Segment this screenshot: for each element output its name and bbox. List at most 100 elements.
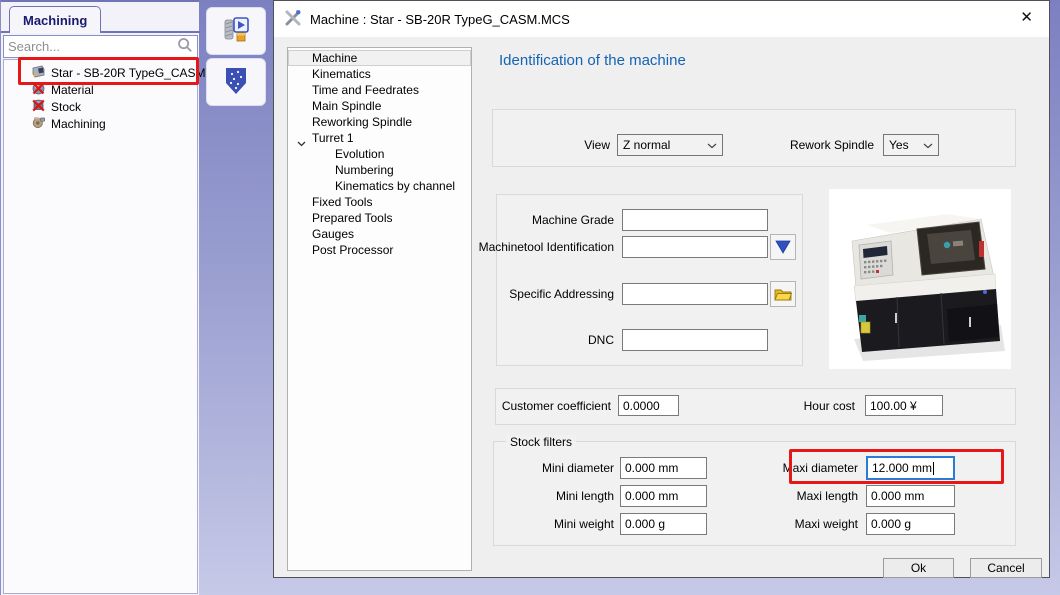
sidebar-item-material[interactable]: Material: [4, 81, 197, 98]
machine-photo: [829, 189, 1011, 369]
material-blocked-icon: [31, 81, 46, 99]
nav-item-label: Main Spindle: [312, 99, 381, 113]
nav-item-evolution[interactable]: Evolution: [288, 146, 471, 162]
view-select[interactable]: Z normal: [617, 134, 723, 156]
nav-item-kinematics-by-channel[interactable]: Kinematics by channel: [288, 178, 471, 194]
nav-item-label: Kinematics by channel: [335, 179, 455, 193]
identification-group: Machine Grade Machinetool Identification…: [496, 194, 803, 366]
maxi-weight-input[interactable]: [866, 513, 955, 535]
nav-item-post-processor[interactable]: Post Processor: [288, 242, 471, 258]
nav-item-label: Prepared Tools: [312, 211, 393, 225]
nav-item-prepared-tools[interactable]: Prepared Tools: [288, 210, 471, 226]
machine-icon: [31, 64, 46, 82]
machinetool-identification-input[interactable]: [622, 236, 768, 258]
nav-item-kinematics[interactable]: Kinematics: [288, 66, 471, 82]
dialog-titlebar: Machine : Star - SB-20R TypeG_CASM.MCS: [274, 1, 1049, 37]
sidebar-item-machine-file[interactable]: Star - SB-20R TypeG_CASM: [4, 64, 197, 81]
customer-coefficient-label: Customer coefficient: [502, 399, 611, 413]
stock-filters-group: Stock filters Mini diameter Mini length …: [493, 441, 1016, 546]
tab-machining[interactable]: Machining: [9, 6, 101, 33]
cancel-button[interactable]: Cancel: [970, 558, 1042, 578]
dnc-label: DNC: [588, 333, 614, 347]
machinetool-identification-label: Machinetool Identification: [479, 240, 614, 254]
machining-icon: [31, 115, 46, 133]
view-label: View: [584, 138, 610, 152]
dialog-nav-tree: Machine Kinematics Time and Feedrates Ma…: [287, 47, 472, 571]
maxi-weight-label: Maxi weight: [795, 517, 858, 531]
mini-length-label: Mini length: [556, 489, 614, 503]
machine-dialog: Machine : Star - SB-20R TypeG_CASM.MCS ✕…: [273, 0, 1050, 578]
nav-item-label: Evolution: [335, 147, 384, 161]
blue-triangle-icon: [775, 240, 791, 254]
text-caret: [933, 462, 934, 475]
nav-item-label: Time and Feedrates: [312, 83, 419, 97]
maxi-length-label: Maxi length: [797, 489, 858, 503]
app-window: { "window": { "title": "Machine : Star -…: [0, 0, 1060, 595]
nav-item-machine[interactable]: Machine: [288, 50, 471, 66]
mini-diameter-label: Mini diameter: [542, 461, 614, 475]
toolbar-simulation-button[interactable]: [206, 7, 266, 55]
ok-button[interactable]: Ok: [883, 558, 954, 578]
sidebar-item-label: Star - SB-20R TypeG_CASM: [51, 66, 206, 80]
simulation-play-icon: [220, 14, 252, 49]
nav-item-numbering[interactable]: Numbering: [288, 162, 471, 178]
nav-item-gauges[interactable]: Gauges: [288, 226, 471, 242]
machine-grade-input[interactable]: [622, 209, 768, 231]
mini-weight-input[interactable]: [620, 513, 707, 535]
maxi-diameter-value: 12.000 mm: [872, 461, 932, 475]
search-input[interactable]: [8, 39, 177, 54]
mini-length-input[interactable]: [620, 485, 707, 507]
nav-item-label: Reworking Spindle: [312, 115, 412, 129]
hour-cost-input[interactable]: [865, 395, 943, 416]
nav-item-reworking-spindle[interactable]: Reworking Spindle: [288, 114, 471, 130]
stock-filters-title: Stock filters: [506, 435, 576, 449]
browse-folder-button[interactable]: [770, 281, 796, 307]
maxi-length-input[interactable]: [866, 485, 955, 507]
left-panel: Machining Star - SB-20R TypeG_CASM: [0, 0, 199, 595]
part-shield-icon: [223, 66, 249, 99]
nav-item-label: Gauges: [312, 227, 354, 241]
maxi-diameter-input[interactable]: 12.000 mm: [866, 456, 955, 480]
sidebar-item-label: Stock: [51, 100, 81, 114]
rework-spindle-select[interactable]: Yes: [883, 134, 939, 156]
machinetool-lookup-button[interactable]: [770, 234, 796, 260]
close-icon[interactable]: ✕: [1020, 10, 1033, 25]
dnc-input[interactable]: [622, 329, 768, 351]
open-folder-icon: [774, 287, 792, 301]
view-group: View Z normal Rework Spindle Yes: [492, 109, 1016, 167]
nav-item-label: Fixed Tools: [312, 195, 372, 209]
toolbar-part-button[interactable]: [206, 58, 266, 106]
page-title: Identification of the machine: [499, 52, 686, 69]
sidebar-item-label: Material: [51, 83, 94, 97]
customer-coefficient-input[interactable]: [618, 395, 679, 416]
dialog-title: Machine : Star - SB-20R TypeG_CASM.MCS: [310, 12, 570, 27]
nav-item-label: Machine: [312, 51, 357, 65]
chevron-down-icon: [707, 143, 717, 149]
sidebar-item-machining[interactable]: Machining: [4, 115, 197, 132]
nav-item-time-and-feedrates[interactable]: Time and Feedrates: [288, 82, 471, 98]
view-select-value: Z normal: [623, 138, 670, 152]
nav-item-label: Numbering: [335, 163, 394, 177]
sidebar-item-label: Machining: [51, 117, 106, 131]
tab-machining-label: Machining: [23, 13, 87, 28]
machine-grade-label: Machine Grade: [532, 213, 614, 227]
stock-blocked-icon: [31, 98, 46, 116]
nav-item-label: Turret 1: [312, 131, 354, 145]
crossed-tools-icon: [284, 9, 302, 30]
nav-item-fixed-tools[interactable]: Fixed Tools: [288, 194, 471, 210]
nav-item-turret-1[interactable]: Turret 1: [288, 130, 471, 146]
nav-item-main-spindle[interactable]: Main Spindle: [288, 98, 471, 114]
specific-addressing-label: Specific Addressing: [509, 287, 614, 301]
maxi-diameter-label: Maxi diameter: [783, 461, 858, 475]
mini-weight-label: Mini weight: [554, 517, 614, 531]
hour-cost-label: Hour cost: [804, 399, 855, 413]
mini-diameter-input[interactable]: [620, 457, 707, 479]
rework-spindle-value: Yes: [889, 138, 909, 152]
chevron-down-icon: [923, 143, 933, 149]
sidebar-item-stock[interactable]: Stock: [4, 98, 197, 115]
specific-addressing-input[interactable]: [622, 283, 768, 305]
nav-item-label: Kinematics: [312, 67, 371, 81]
search-box: [3, 35, 198, 58]
search-icon: [177, 37, 193, 56]
nav-item-label: Post Processor: [312, 243, 393, 257]
